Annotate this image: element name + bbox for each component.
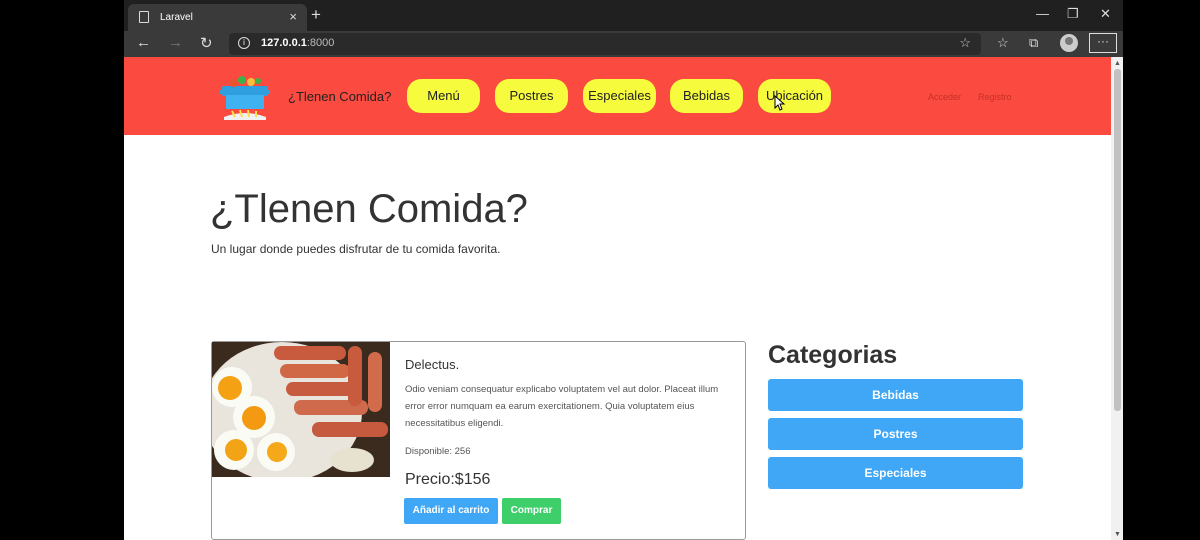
categories-title: Categorias: [768, 341, 898, 369]
back-icon[interactable]: ←: [136, 34, 151, 51]
page-content: ¿Tlenen Comida? Menú Postres Especiales …: [124, 57, 1111, 540]
scroll-thumb[interactable]: [1114, 69, 1121, 411]
new-tab-button[interactable]: +: [311, 5, 321, 25]
category-postres-button[interactable]: Postres: [768, 418, 1023, 450]
product-photo: [212, 342, 390, 477]
restore-button[interactable]: ❐: [1067, 6, 1079, 22]
site-header: ¿Tlenen Comida? Menú Postres Especiales …: [124, 57, 1111, 135]
page-scrollbar[interactable]: ▲ ▼: [1111, 57, 1123, 540]
url-port: :8000: [306, 37, 335, 49]
url-host: 127.0.0.1: [261, 37, 307, 49]
mouse-cursor-icon: [774, 95, 786, 111]
nav-ubicacion[interactable]: Ubicación: [758, 79, 831, 113]
minimize-button[interactable]: —: [1036, 6, 1049, 21]
refresh-icon[interactable]: ↻: [200, 34, 213, 52]
cooking-pot-logo-icon[interactable]: [216, 73, 274, 123]
address-input[interactable]: i 127.0.0.1:8000 ☆: [229, 33, 981, 55]
category-especiales-button[interactable]: Especiales: [768, 457, 1023, 489]
tab-strip: Laravel × + — ❐ ✕: [124, 0, 1123, 31]
nav-postres[interactable]: Postres: [495, 79, 568, 113]
product-price: Precio:$156: [405, 471, 491, 488]
product-name: Delectus.: [405, 357, 460, 372]
brand-link[interactable]: ¿Tlenen Comida?: [288, 89, 391, 104]
address-toolbar: ← → ↻ i 127.0.0.1:8000 ☆ ☆ ⧉ ···: [124, 31, 1123, 57]
browser-window: Laravel × + — ❐ ✕ ← → ↻ i 127.0.0.1:8000…: [124, 0, 1123, 540]
scroll-up-icon[interactable]: ▲: [1114, 60, 1121, 67]
profile-avatar-icon[interactable]: [1060, 34, 1078, 52]
nav-bebidas[interactable]: Bebidas: [670, 79, 743, 113]
register-link[interactable]: Registro: [978, 92, 1012, 102]
product-card: Delectus. Odio veniam consequatur explic…: [211, 341, 746, 540]
nav-especiales[interactable]: Especiales: [583, 79, 656, 113]
tab-laravel[interactable]: Laravel ×: [128, 4, 307, 31]
product-description: Odio veniam consequatur explicabo volupt…: [405, 384, 719, 429]
favorites-list-icon[interactable]: ☆: [997, 35, 1009, 51]
page-icon: [139, 11, 149, 23]
forward-icon[interactable]: →: [168, 34, 183, 51]
favorite-star-icon[interactable]: ☆: [959, 35, 971, 51]
add-to-cart-button[interactable]: Añadir al carrito: [404, 498, 498, 524]
collections-icon[interactable]: ⧉: [1029, 35, 1038, 51]
hero-title: ¿Tlenen Comida?: [210, 187, 528, 231]
tab-close-icon[interactable]: ×: [289, 9, 297, 24]
url-text: 127.0.0.1:8000: [261, 37, 334, 49]
info-icon[interactable]: i: [238, 37, 250, 49]
tab-title: Laravel: [160, 12, 193, 23]
product-stock: Disponible: 256: [405, 446, 471, 457]
category-bebidas-button[interactable]: Bebidas: [768, 379, 1023, 411]
hero-subtitle: Un lugar donde puedes disfrutar de tu co…: [211, 242, 501, 256]
close-window-button[interactable]: ✕: [1100, 6, 1111, 22]
buy-button[interactable]: Comprar: [502, 498, 561, 524]
more-menu-button[interactable]: ···: [1089, 33, 1117, 53]
nav-menu[interactable]: Menú: [407, 79, 480, 113]
login-link[interactable]: Acceder: [928, 92, 961, 102]
scroll-down-icon[interactable]: ▼: [1114, 531, 1121, 538]
